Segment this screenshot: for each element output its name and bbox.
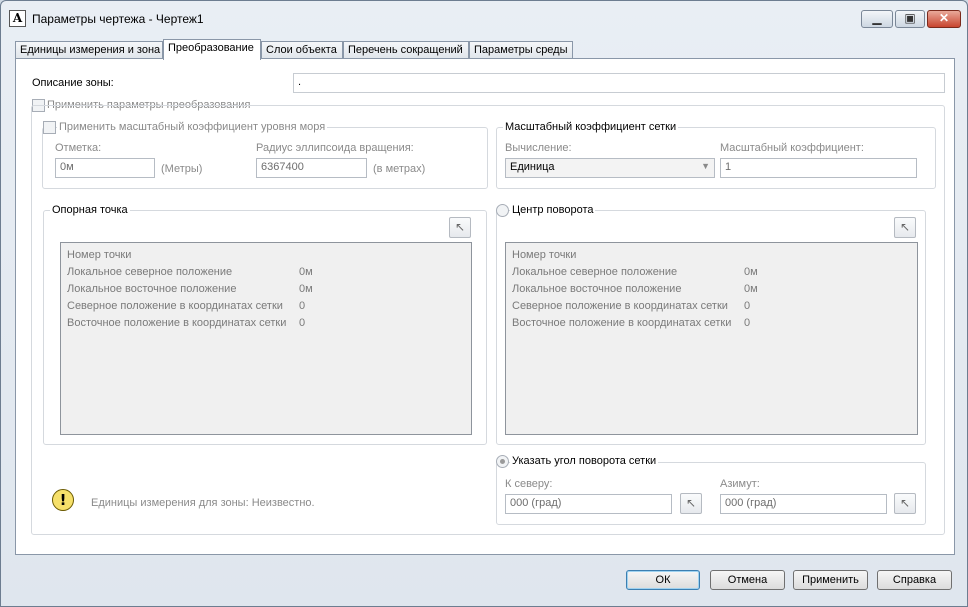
ref-row-local-north: Локальное северное положение — [67, 266, 233, 278]
azimuth-field[interactable]: 000 (град) — [720, 494, 887, 514]
to-north-label: К северу: — [505, 478, 553, 490]
tab-units-zone[interactable]: Единицы измерения и зона — [15, 41, 163, 59]
chevron-down-icon: ▼ — [701, 161, 710, 171]
reference-point-list: Номер точки Локальное северное положение… — [60, 242, 472, 435]
elevation-unit: (Метры) — [161, 163, 203, 175]
ref-value-grid-east: 0 — [299, 317, 306, 329]
rotation-center-radio[interactable] — [496, 204, 509, 217]
grid-calc-value: Единица — [510, 161, 555, 173]
elevation-field[interactable]: 0м — [55, 158, 155, 178]
rotation-center-list: Номер точки Локальное северное положение… — [505, 242, 918, 435]
reference-point-title: Опорная точка — [50, 204, 130, 216]
tab-environment[interactable]: Параметры среды — [469, 41, 573, 59]
cursor-pick-icon: ↖ — [899, 496, 911, 510]
grid-scale-title: Масштабный коэффициент сетки — [503, 121, 679, 133]
ref-row-point-number: Номер точки — [67, 249, 132, 261]
tab-object-layers[interactable]: Слои объекта — [261, 41, 343, 59]
help-button[interactable]: Справка — [877, 570, 952, 590]
rot-row-grid-north: Северное положение в координатах сетки — [512, 300, 728, 312]
rot-row-grid-east: Восточное положение в координатах сетки — [512, 317, 732, 329]
pick-rotation-center-button[interactable]: ↖ — [894, 217, 916, 238]
grid-factor-label: Масштабный коэффициент: — [720, 142, 864, 154]
rot-value-grid-north: 0 — [744, 300, 751, 312]
grid-rotation-title: Указать угол поворота сетки — [510, 455, 659, 467]
ref-row-grid-north: Северное положение в координатах сетки — [67, 300, 283, 312]
ellipsoid-radius-field[interactable]: 6367400 — [256, 158, 367, 178]
rot-value-local-north: 0м — [744, 266, 758, 278]
ref-row-grid-east: Восточное положение в координатах сетки — [67, 317, 287, 329]
pick-reference-point-button[interactable]: ↖ — [449, 217, 471, 238]
app-icon: A — [9, 10, 26, 27]
rot-value-grid-east: 0 — [744, 317, 751, 329]
rot-row-local-east: Локальное восточное положение — [512, 283, 682, 295]
cursor-pick-icon: ↖ — [685, 496, 697, 510]
tab-content-panel: Описание зоны: . Применить параметры пре… — [15, 58, 955, 555]
title-bar: A Параметры чертежа - Чертеж1 ▁ ▣ ✕ — [1, 1, 967, 37]
cursor-pick-icon: ↖ — [454, 220, 466, 234]
ref-value-local-east: 0м — [299, 283, 313, 295]
ref-value-local-north: 0м — [299, 266, 313, 278]
rot-row-point-number: Номер точки — [512, 249, 577, 261]
rot-value-local-east: 0м — [744, 283, 758, 295]
sea-level-checkbox[interactable] — [43, 121, 56, 134]
sea-level-label: Применить масштабный коэффициент уровня … — [57, 121, 328, 133]
grid-calc-label: Вычисление: — [505, 142, 572, 154]
exclamation-bulb-icon: ! — [52, 485, 74, 515]
zone-description-label: Описание зоны: — [32, 77, 114, 89]
rot-row-local-north: Локальное северное положение — [512, 266, 678, 278]
zone-units-hint: Единицы измерения для зоны: Неизвестно. — [91, 497, 315, 509]
tab-abbreviations[interactable]: Перечень сокращений — [343, 41, 469, 59]
azimuth-label: Азимут: — [720, 478, 760, 490]
grid-calc-combobox[interactable]: Единица ▼ — [505, 158, 715, 178]
ref-value-grid-north: 0 — [299, 300, 306, 312]
ellipsoid-radius-label: Радиус эллипсоида вращения: — [256, 142, 414, 154]
elevation-label: Отметка: — [55, 142, 102, 154]
ref-row-local-east: Локальное восточное положение — [67, 283, 237, 295]
close-button[interactable]: ✕ — [927, 10, 961, 28]
grid-rotation-radio[interactable] — [496, 455, 509, 468]
pick-azimuth-button[interactable]: ↖ — [894, 493, 916, 514]
minimize-button[interactable]: ▁ — [861, 10, 893, 28]
cursor-pick-icon: ↖ — [899, 220, 911, 234]
apply-button[interactable]: Применить — [793, 570, 868, 590]
maximize-button[interactable]: ▣ — [895, 10, 925, 28]
ok-button[interactable]: ОК — [626, 570, 700, 590]
window-title: Параметры чертежа - Чертеж1 — [32, 12, 204, 26]
ellipsoid-radius-unit: (в метрах) — [373, 163, 426, 175]
rotation-center-title: Центр поворота — [510, 204, 596, 216]
cancel-button[interactable]: Отмена — [710, 570, 785, 590]
zone-description-field[interactable]: . — [293, 73, 945, 93]
tab-transformation[interactable]: Преобразование — [163, 39, 261, 60]
to-north-field[interactable]: 000 (град) — [505, 494, 672, 514]
grid-factor-field[interactable]: 1 — [720, 158, 917, 178]
dialog-window: A Параметры чертежа - Чертеж1 ▁ ▣ ✕ Един… — [0, 0, 968, 607]
pick-north-angle-button[interactable]: ↖ — [680, 493, 702, 514]
